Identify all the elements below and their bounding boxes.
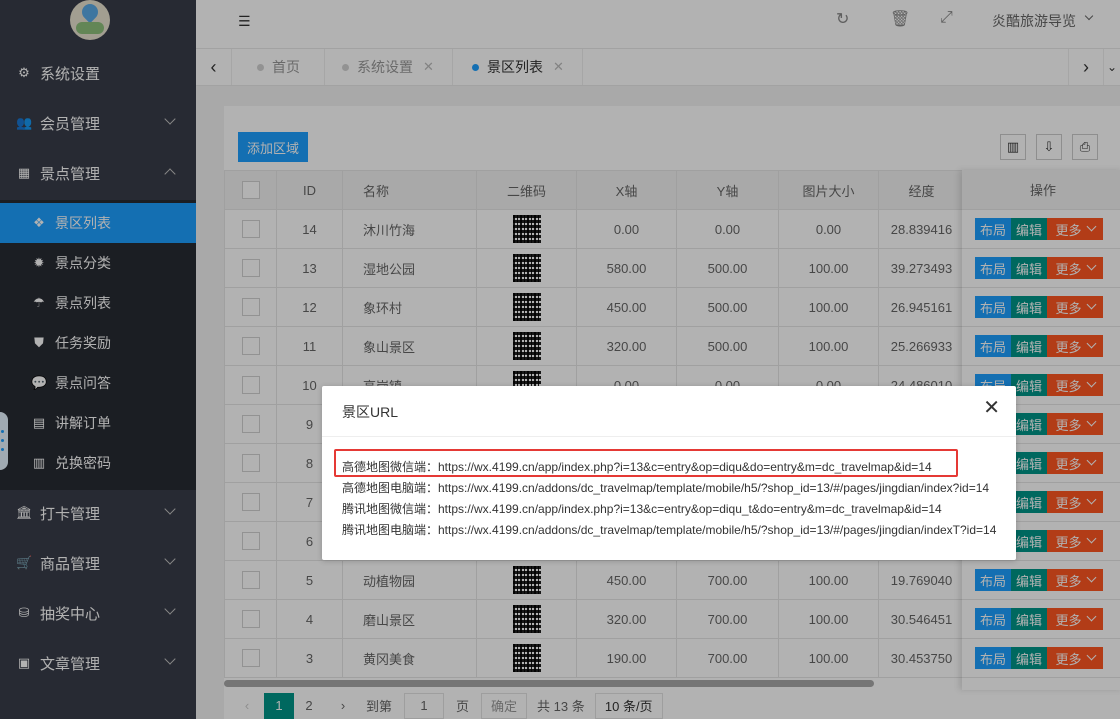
url-tencent-wechat[interactable]: 腾讯地图微信端：https://wx.4199.cn/app/index.php… (342, 500, 942, 517)
url-tencent-pc[interactable]: 腾讯地图电脑端：https://wx.4199.cn/addons/dc_tra… (342, 521, 996, 538)
modal-overlay[interactable] (0, 0, 1120, 719)
url-amap-wechat[interactable]: 高德地图微信端：https://wx.4199.cn/app/index.php… (342, 458, 932, 475)
url-amap-pc[interactable]: 高德地图电脑端：https://wx.4199.cn/addons/dc_tra… (342, 479, 989, 496)
dialog-title: 景区URL (342, 404, 399, 420)
url-dialog: 景区URL ✕ 高德地图微信端：https://wx.4199.cn/app/i… (322, 386, 1016, 560)
divider (322, 436, 1016, 437)
close-icon[interactable]: ✕ (983, 398, 1000, 418)
